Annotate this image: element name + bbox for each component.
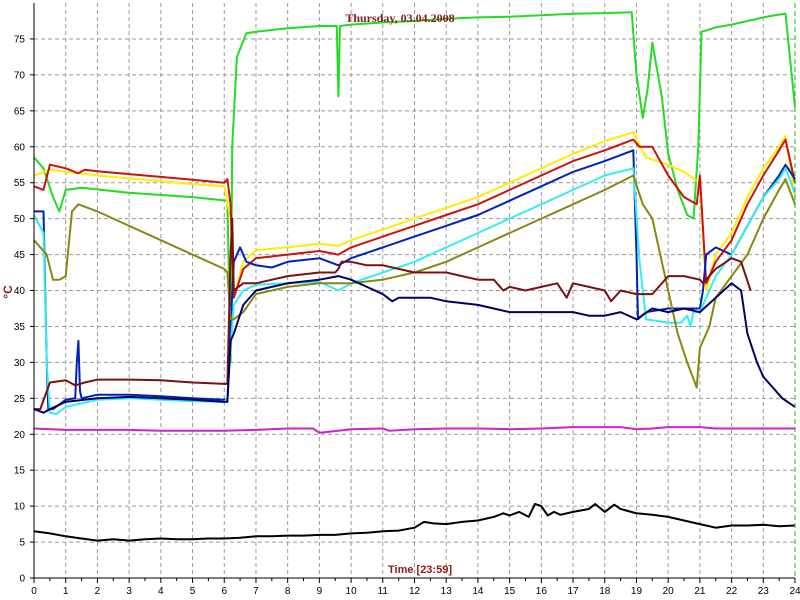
y-tick-label: 35: [14, 322, 26, 333]
x-tick-label: 18: [599, 586, 611, 597]
x-tick-label: 17: [567, 586, 579, 597]
y-tick-label: 50: [14, 214, 26, 225]
y-tick-label: 60: [14, 142, 26, 153]
x-tick-label: 16: [536, 586, 548, 597]
x-tick-label: 22: [726, 586, 738, 597]
x-tick-label: 10: [346, 586, 358, 597]
x-axis-label: Time [23:59]: [388, 564, 452, 576]
y-tick-label: 10: [14, 502, 26, 513]
y-tick-label: 75: [14, 34, 26, 45]
x-tick-label: 8: [285, 586, 291, 597]
x-tick-label: 23: [758, 586, 770, 597]
x-tick-label: 24: [789, 586, 800, 597]
y-tick-label: 45: [14, 250, 26, 261]
y-tick-label: 30: [14, 358, 26, 369]
y-tick-label: 25: [14, 394, 26, 405]
y-tick-label: 65: [14, 106, 26, 117]
x-tick-label: 0: [31, 586, 37, 597]
x-tick-label: 9: [317, 586, 323, 597]
temperature-line-chart: 051015202530354045505560657075 012345678…: [0, 0, 800, 600]
y-tick-label: 40: [14, 286, 26, 297]
x-tick-label: 12: [409, 586, 421, 597]
y-tick-label: 20: [14, 430, 26, 441]
y-tick-label: 5: [19, 538, 25, 549]
y-axis-label: °C: [1, 285, 15, 299]
x-tick-label: 3: [126, 586, 132, 597]
x-tick-label: 5: [190, 586, 196, 597]
plot-background: [0, 0, 800, 600]
y-tick-label: 15: [14, 466, 26, 477]
chart-title: Thursday, 03.04.2008: [345, 11, 454, 25]
y-tick-label: 70: [14, 70, 26, 81]
y-tick-label: 0: [19, 574, 25, 585]
x-tick-label: 6: [221, 586, 227, 597]
x-tick-label: 14: [472, 586, 484, 597]
x-tick-label: 19: [631, 586, 643, 597]
x-tick-label: 4: [158, 586, 164, 597]
x-tick-label: 11: [378, 586, 389, 597]
x-tick-label: 13: [441, 586, 453, 597]
x-tick-label: 15: [504, 586, 516, 597]
x-tick-label: 1: [63, 586, 69, 597]
x-tick-label: 20: [663, 586, 675, 597]
y-tick-label: 55: [14, 178, 26, 189]
x-tick-label: 21: [694, 586, 706, 597]
x-tick-label: 2: [95, 586, 101, 597]
x-tick-label: 7: [253, 586, 259, 597]
